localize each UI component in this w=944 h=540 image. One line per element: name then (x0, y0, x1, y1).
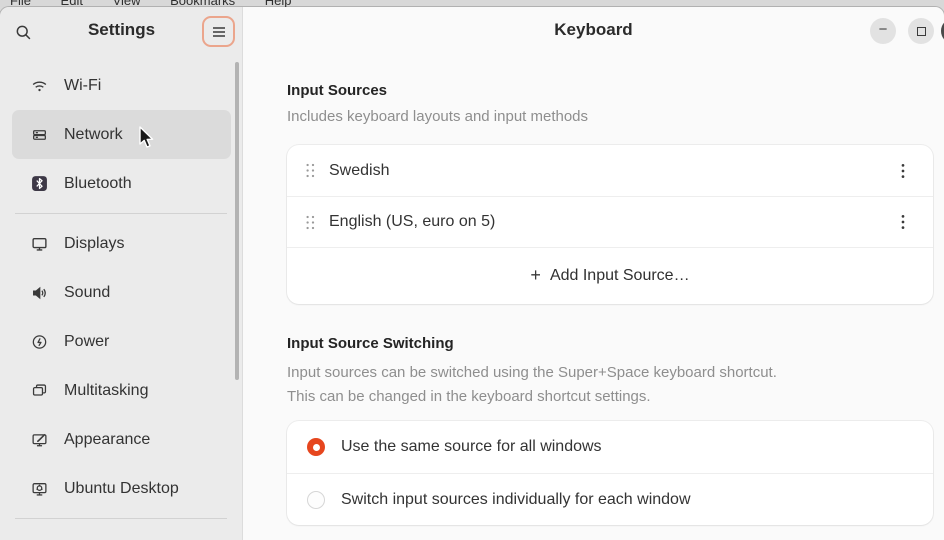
ubuntu-desktop-icon (31, 480, 48, 497)
mouse-cursor (138, 126, 158, 150)
sidebar-item-power[interactable]: Power (12, 317, 231, 366)
description-line: Input sources can be switched using the … (287, 364, 777, 381)
drag-handle-icon[interactable] (305, 162, 316, 179)
kebab-menu-button[interactable] (891, 210, 915, 234)
main-panel: Keyboard − Input Sources Includes keyboa… (243, 7, 944, 540)
section-description: Input sources can be switched using the … (287, 361, 933, 409)
sidebar-header: Settings (0, 7, 242, 55)
hamburger-icon (212, 26, 226, 38)
page-title: Keyboard (554, 20, 633, 39)
option-per-window[interactable]: Switch input sources individually for ea… (287, 473, 933, 525)
drag-handle-icon[interactable] (305, 214, 316, 231)
input-source-row-swedish[interactable]: Swedish (287, 145, 933, 196)
sidebar-item-network[interactable]: Network (12, 110, 231, 159)
bluetooth-icon (31, 175, 48, 192)
sidebar-item-sound[interactable]: Sound (12, 268, 231, 317)
sidebar-item-multitasking[interactable]: Multitasking (12, 366, 231, 415)
sidebar-item-label: Sound (64, 283, 111, 301)
section-description: Includes keyboard layouts and input meth… (287, 108, 589, 125)
sidebar-item-label: Bluetooth (64, 174, 132, 192)
sidebar-item-wifi[interactable]: Wi-Fi (12, 61, 231, 110)
window-controls: − (870, 18, 934, 44)
section-heading-input-sources: Input Sources (287, 82, 388, 99)
description-line: This can be changed in the keyboard shor… (287, 388, 651, 405)
background-window-strip: File Edit View Bookmarks Help (0, 0, 944, 7)
add-input-source-label: Add Input Source… (549, 267, 690, 284)
plus-icon: + (530, 265, 541, 285)
maximize-button[interactable] (908, 18, 934, 44)
sidebar-item-label: Displays (64, 234, 125, 252)
input-source-row-english[interactable]: English (US, euro on 5) (287, 196, 933, 247)
sidebar-item-label: Multitasking (64, 381, 149, 399)
main-menu-button[interactable] (202, 16, 235, 47)
appearance-icon (31, 431, 48, 448)
main-header: Keyboard − (243, 7, 944, 54)
settings-window: Settings Wi-Fi Network Bluetooth Display… (0, 7, 944, 540)
sidebar-separator (15, 213, 227, 214)
displays-icon (31, 235, 48, 252)
sidebar-item-label: Wi-Fi (64, 76, 102, 94)
switching-options-card: Use the same source for all windows Swit… (287, 421, 933, 525)
sidebar-item-appearance[interactable]: Appearance (12, 415, 231, 464)
sidebar-item-label: Power (64, 332, 110, 350)
option-label: Use the same source for all windows (341, 438, 602, 455)
background-window-menubar: File Edit View Bookmarks Help (0, 0, 944, 7)
input-source-name: English (US, euro on 5) (329, 213, 496, 230)
multitasking-icon (31, 382, 48, 399)
sidebar: Settings Wi-Fi Network Bluetooth Display… (0, 7, 243, 540)
power-icon (31, 333, 48, 350)
sidebar-item-bluetooth[interactable]: Bluetooth (12, 159, 231, 208)
sidebar-item-displays[interactable]: Displays (12, 219, 231, 268)
sound-icon (31, 284, 48, 301)
option-same-source[interactable]: Use the same source for all windows (287, 421, 933, 473)
sidebar-item-label: Network (64, 125, 123, 143)
main-content: Input Sources Includes keyboard layouts … (243, 54, 933, 525)
sidebar-item-ubuntu-desktop[interactable]: Ubuntu Desktop (12, 464, 231, 513)
maximize-icon (916, 26, 926, 36)
network-icon (31, 126, 48, 143)
sidebar-item-label: Appearance (64, 430, 151, 448)
input-sources-card: Swedish English (US, euro on 5) + Add In… (287, 145, 933, 304)
minimize-icon: − (878, 20, 888, 38)
radio-unselected[interactable] (307, 490, 325, 509)
sidebar-nav: Wi-Fi Network Bluetooth Displays Sound P… (0, 55, 242, 540)
kebab-menu-button[interactable] (891, 159, 915, 183)
sidebar-separator (15, 518, 227, 519)
sidebar-scrollbar[interactable] (235, 62, 239, 380)
option-label: Switch input sources individually for ea… (341, 490, 691, 508)
radio-selected[interactable] (307, 438, 325, 456)
sidebar-item-apps[interactable]: Apps (12, 524, 231, 540)
add-input-source-button[interactable]: + Add Input Source… (287, 247, 933, 304)
section-heading-switching: Input Source Switching (287, 335, 454, 352)
wifi-icon (31, 77, 48, 94)
sidebar-item-label: Ubuntu Desktop (64, 479, 179, 497)
minimize-button[interactable]: − (870, 18, 896, 44)
input-source-name: Swedish (329, 161, 390, 179)
